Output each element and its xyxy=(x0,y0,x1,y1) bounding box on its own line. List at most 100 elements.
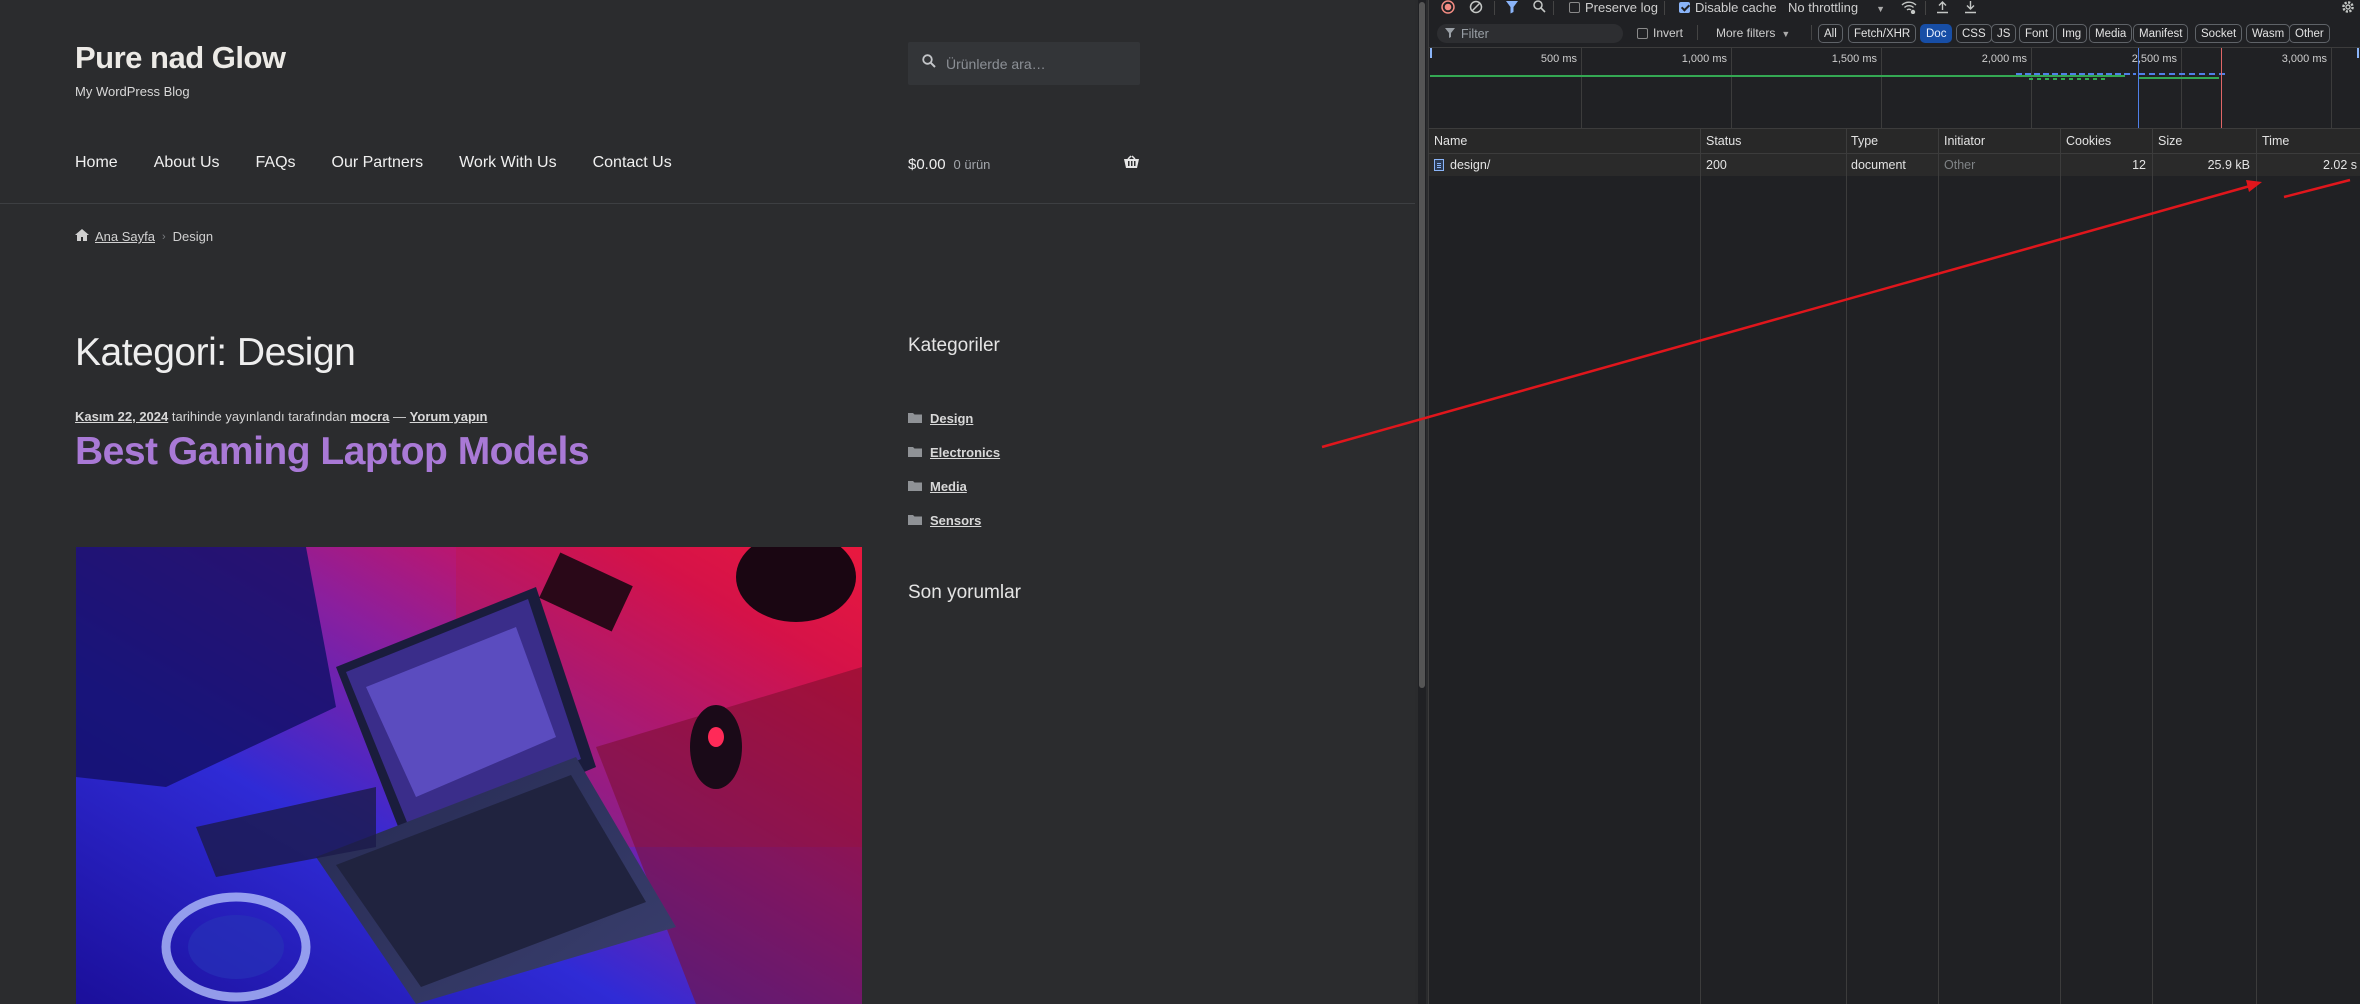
devtools-network-panel: Preserve log Disable cache No throttling… xyxy=(1428,0,2360,1004)
gear-icon[interactable] xyxy=(2341,0,2355,17)
invert-checkbox[interactable]: Invert xyxy=(1637,26,1683,40)
network-filter[interactable] xyxy=(1437,24,1623,43)
timeline-gridline xyxy=(2031,48,2032,128)
type-filter-doc[interactable]: Doc xyxy=(1920,24,1953,43)
category-link-design[interactable]: Design xyxy=(930,411,973,426)
checkbox-box[interactable] xyxy=(1679,2,1690,13)
toolbar-divider xyxy=(1925,1,1926,15)
timeline-handle-left[interactable] xyxy=(1430,48,1432,58)
timeline-tick-label: 500 ms xyxy=(1540,53,1577,65)
search-input[interactable] xyxy=(946,55,1136,72)
preserve-log-label: Preserve log xyxy=(1585,0,1658,15)
basket-icon xyxy=(1123,155,1140,173)
filter-bar: Invert More filters ▼ All Fetch/XHR Doc C… xyxy=(1429,23,2360,45)
type-filter-wasm[interactable]: Wasm xyxy=(2246,24,2291,43)
network-conditions-icon[interactable] xyxy=(1901,0,1917,17)
column-header-cookies[interactable]: Cookies xyxy=(2061,129,2152,153)
timeline-tick-label: 1,500 ms xyxy=(1831,53,1877,65)
toolbar-divider xyxy=(1553,1,1554,15)
record-icon[interactable] xyxy=(1441,0,1455,17)
cart-amount: $0.00 xyxy=(908,155,946,173)
nav-faqs[interactable]: FAQs xyxy=(256,154,296,172)
column-header-name[interactable]: Name xyxy=(1429,129,1700,153)
column-divider[interactable] xyxy=(2256,129,2257,1004)
column-header-size[interactable]: Size xyxy=(2153,129,2256,153)
column-divider[interactable] xyxy=(2060,129,2061,1004)
column-divider[interactable] xyxy=(2152,129,2153,1004)
clear-icon[interactable] xyxy=(1469,0,1483,17)
type-filter-js[interactable]: JS xyxy=(1991,24,2017,43)
post-title-link[interactable]: Best Gaming Laptop Models xyxy=(75,430,590,474)
type-filter-img[interactable]: Img xyxy=(2056,24,2088,43)
type-filter-media[interactable]: Media xyxy=(2089,24,2133,43)
column-header-status[interactable]: Status xyxy=(1701,129,1846,153)
website-scrollbar[interactable] xyxy=(1418,0,1426,1004)
type-filter-fetch-xhr[interactable]: Fetch/XHR xyxy=(1848,24,1917,43)
type-filter-manifest[interactable]: Manifest xyxy=(2133,24,2189,43)
folder-icon xyxy=(908,479,922,494)
category-item: Design xyxy=(908,401,1000,435)
nav-about-us[interactable]: About Us xyxy=(154,154,220,172)
category-link-sensors[interactable]: Sensors xyxy=(930,513,981,528)
column-header-initiator[interactable]: Initiator xyxy=(1939,129,2060,153)
type-filter-socket[interactable]: Socket xyxy=(2195,24,2243,43)
column-header-time[interactable]: Time xyxy=(2257,129,2360,153)
nav-our-partners[interactable]: Our Partners xyxy=(332,154,424,172)
search-icon[interactable] xyxy=(1533,0,1546,16)
post-author-link[interactable]: mocra xyxy=(350,409,389,424)
timeline-gridline xyxy=(2331,48,2332,128)
nav-work-with-us[interactable]: Work With Us xyxy=(459,154,556,172)
site-title[interactable]: Pure nad Glow xyxy=(75,40,286,76)
timeline-handle-right[interactable] xyxy=(2357,48,2359,58)
export-har-icon[interactable] xyxy=(1964,0,1977,17)
post-meta-dash: — xyxy=(393,409,407,424)
folder-icon xyxy=(908,411,922,426)
load-event-marker xyxy=(2221,48,2222,128)
cart-count: 0 ürün xyxy=(953,156,991,172)
timeline-gridline xyxy=(1731,48,1732,128)
type-filter-css[interactable]: CSS xyxy=(1956,24,1992,43)
column-header-type[interactable]: Type xyxy=(1846,129,1938,153)
scrollbar-thumb[interactable] xyxy=(1419,2,1425,688)
post-comment-link[interactable]: Yorum yapın xyxy=(410,409,488,424)
request-status: 200 xyxy=(1706,158,1727,172)
request-name-cell[interactable]: design/ xyxy=(1429,154,1700,176)
requests-table-header: Name Status Type Initiator Cookies Size … xyxy=(1429,129,2360,154)
post-featured-image[interactable] xyxy=(76,547,862,1004)
category-link-media[interactable]: Media xyxy=(930,479,967,494)
type-filter-font[interactable]: Font xyxy=(2019,24,2055,43)
filter-icon[interactable] xyxy=(1505,0,1519,17)
filter-input[interactable] xyxy=(1461,26,1611,41)
category-link-electronics[interactable]: Electronics xyxy=(930,445,1000,460)
import-har-icon[interactable] xyxy=(1936,0,1949,17)
type-filter-other[interactable]: Other xyxy=(2289,24,2330,43)
more-filters-dropdown[interactable]: More filters ▼ xyxy=(1716,26,1790,40)
column-divider[interactable] xyxy=(1938,129,1939,1004)
checkbox-box[interactable] xyxy=(1569,2,1580,13)
column-divider[interactable] xyxy=(1846,129,1847,1004)
table-row[interactable]: design/ 200 document Other 12 25.9 kB 2.… xyxy=(1429,154,2360,176)
breadcrumb-home-link[interactable]: Ana Sayfa xyxy=(95,229,155,244)
throttling-select[interactable]: No throttling ▼ xyxy=(1788,0,1885,15)
post-date-link[interactable]: Kasım 22, 2024 xyxy=(75,409,168,424)
disable-cache-label: Disable cache xyxy=(1695,0,1777,15)
checkbox-box[interactable] xyxy=(1637,27,1648,39)
disable-cache-checkbox[interactable]: Disable cache xyxy=(1679,0,1777,15)
post-meta: Kasım 22, 2024 tarihinde yayınlandı tara… xyxy=(75,409,487,424)
header-cart[interactable]: $0.00 0 ürün xyxy=(908,155,1140,173)
network-overview-timeline[interactable]: 500 ms 1,000 ms 1,500 ms 2,000 ms 2,500 … xyxy=(1429,47,2360,129)
product-search[interactable] xyxy=(908,42,1140,85)
primary-navigation: Home About Us FAQs Our Partners Work Wit… xyxy=(75,154,708,172)
breadcrumb-current: Design xyxy=(172,229,214,244)
nav-contact-us[interactable]: Contact Us xyxy=(593,154,672,172)
category-item: Media xyxy=(908,469,1000,503)
column-divider[interactable] xyxy=(1700,129,1701,1004)
request-type: document xyxy=(1851,158,1906,172)
home-icon xyxy=(75,229,89,244)
timeline-gridline xyxy=(2181,48,2182,128)
nav-home[interactable]: Home xyxy=(75,154,118,172)
timeline-request-bar xyxy=(2139,73,2229,75)
preserve-log-checkbox[interactable]: Preserve log xyxy=(1569,0,1658,15)
type-filter-all[interactable]: All xyxy=(1818,24,1843,43)
toolbar-divider xyxy=(1811,25,1812,40)
